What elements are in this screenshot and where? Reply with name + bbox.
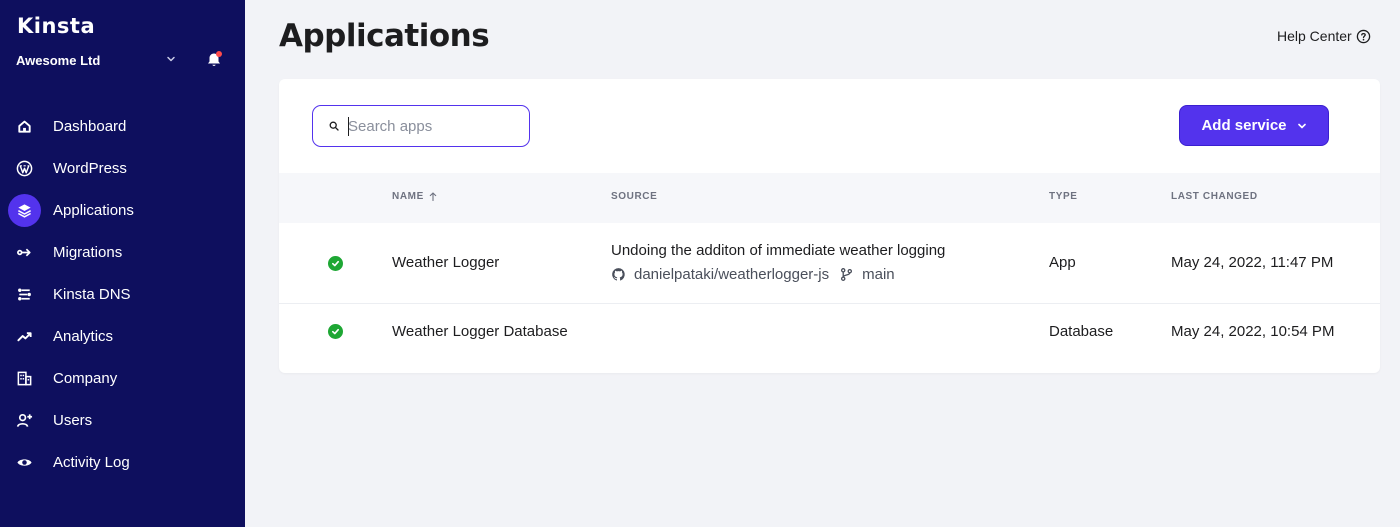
source-commit-message: Undoing the additon of immediate weather… [611, 242, 946, 259]
sidebar-item-applications[interactable]: Applications [0, 189, 245, 231]
search-icon [329, 121, 339, 131]
search-box[interactable] [312, 105, 530, 147]
sidebar-item-label: Migrations [53, 243, 123, 261]
sidebar-item-activity-log[interactable]: Activity Log [0, 441, 245, 483]
last-changed: May 24, 2022, 10:54 PM [1171, 323, 1335, 340]
column-header-name[interactable]: NAME [392, 191, 437, 202]
sidebar-item-wordpress[interactable]: WordPress [0, 147, 245, 189]
sidebar-item-analytics[interactable]: Analytics [0, 315, 245, 357]
help-center-link[interactable]: Help Center [1277, 28, 1371, 44]
column-header-label: SOURCE [611, 191, 658, 202]
sidebar-item-label: Analytics [53, 327, 114, 345]
app-type: Database [1049, 323, 1114, 340]
analytics-icon [8, 320, 41, 353]
page-title: Applications [279, 18, 490, 54]
wordpress-icon [8, 152, 41, 185]
sidebar-item-label: Kinsta DNS [53, 285, 131, 303]
source-meta: danielpataki/weatherlogger-js main [611, 266, 895, 283]
app-name[interactable]: Weather Logger Database [392, 323, 568, 340]
chevron-down-icon [1297, 123, 1306, 128]
org-switcher[interactable]: Awesome Ltd [16, 50, 226, 70]
app-name[interactable]: Weather Logger [392, 254, 499, 271]
sidebar: Kinsta Awesome Ltd Dashboard WordPress A… [0, 0, 245, 527]
sidebar-item-users[interactable]: Users [0, 399, 245, 441]
company-icon [8, 362, 41, 395]
notification-dot [216, 51, 222, 57]
eye-icon [8, 446, 41, 479]
source-branch: main [862, 266, 895, 283]
status-success-icon [328, 256, 343, 271]
column-header-type: TYPE [1049, 191, 1078, 202]
last-changed: May 24, 2022, 11:47 PM [1171, 254, 1334, 271]
sidebar-item-label: Applications [53, 201, 134, 219]
sidebar-item-company[interactable]: Company [0, 357, 245, 399]
app-type: App [1049, 254, 1076, 271]
column-header-label: NAME [392, 191, 424, 202]
sidebar-item-dashboard[interactable]: Dashboard [0, 105, 245, 147]
column-header-last-changed: LAST CHANGED [1171, 191, 1258, 202]
github-icon [612, 268, 625, 281]
dns-icon [8, 278, 41, 311]
text-caret [348, 117, 349, 136]
migrations-icon [8, 236, 41, 269]
search-input[interactable] [348, 106, 523, 146]
sort-ascending-icon [429, 192, 437, 201]
column-header-label: TYPE [1049, 191, 1078, 202]
sidebar-item-label: Users [53, 411, 93, 429]
git-branch-icon [841, 268, 853, 281]
add-service-label: Add service [1201, 117, 1287, 134]
sidebar-item-label: Company [53, 369, 118, 387]
sidebar-nav: Dashboard WordPress Applications Migrati… [0, 105, 245, 483]
user-add-icon [8, 404, 41, 437]
table-row[interactable]: Weather Logger Database Database May 24,… [279, 304, 1380, 373]
status-success-icon [328, 324, 343, 339]
sidebar-item-migrations[interactable]: Migrations [0, 231, 245, 273]
source-repo-link[interactable]: danielpataki/weatherlogger-js [634, 266, 829, 283]
sidebar-item-label: Activity Log [53, 453, 130, 471]
table-row[interactable]: Weather Logger Undoing the additon of im… [279, 223, 1380, 304]
applications-card: Add service NAME SOURCE TYPE LAST CHANGE… [279, 79, 1380, 373]
home-icon [8, 110, 41, 143]
help-center-label: Help Center [1277, 28, 1352, 44]
kinsta-logo[interactable]: Kinsta [17, 14, 95, 38]
sidebar-item-label: WordPress [53, 159, 127, 177]
sidebar-item-kinsta-dns[interactable]: Kinsta DNS [0, 273, 245, 315]
help-icon [1356, 29, 1370, 43]
table-header: NAME SOURCE TYPE LAST CHANGED [279, 173, 1380, 223]
layers-icon [8, 193, 41, 227]
org-name: Awesome Ltd [16, 52, 101, 68]
add-service-button[interactable]: Add service [1179, 105, 1329, 146]
chevron-down-icon [167, 56, 175, 62]
sidebar-item-label: Dashboard [53, 117, 127, 135]
column-header-label: LAST CHANGED [1171, 191, 1258, 202]
column-header-source: SOURCE [611, 191, 657, 202]
